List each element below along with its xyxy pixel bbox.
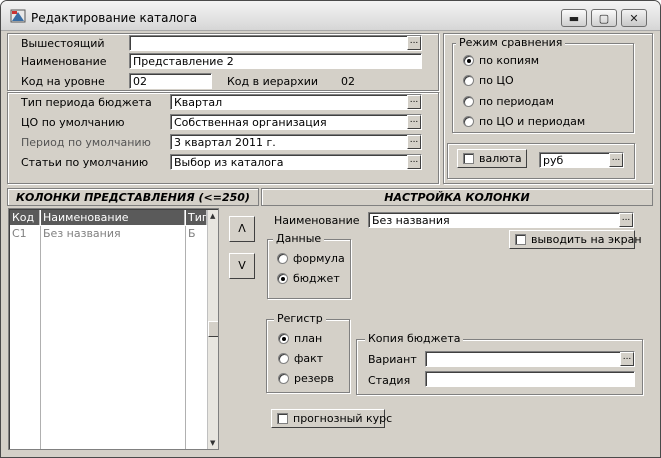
level-code-value: 02 <box>133 75 147 88</box>
register-title: Регистр <box>274 312 326 325</box>
level-code-label: Код на уровне <box>21 75 105 88</box>
compare-option-co-periods-label: по ЦО и периодам <box>479 115 586 128</box>
articles-value: Выбор из каталога <box>174 156 284 169</box>
name-field[interactable]: Представление 2 <box>129 53 422 69</box>
co-field[interactable]: Собственная организация ... <box>170 114 422 130</box>
data-option-formula-label: формула <box>293 252 345 265</box>
forecast-rate-label: прогнозный курс <box>293 412 393 425</box>
title-bar[interactable]: Редактирование каталога ▬ ▢ ✕ <box>1 1 660 31</box>
data-groupbox <box>267 239 351 299</box>
variant-field[interactable]: ... <box>425 351 635 367</box>
show-on-screen-label: выводить на экран <box>531 233 642 246</box>
register-option-fact-label: факт <box>294 352 324 365</box>
compare-option-co-label: по ЦО <box>479 74 514 87</box>
currency-label: валюта <box>479 152 522 165</box>
show-on-screen-checkbox[interactable] <box>515 234 526 245</box>
variant-ellipsis-button[interactable]: ... <box>620 352 634 366</box>
period-type-field[interactable]: Квартал ... <box>170 94 422 110</box>
grid-column-divider <box>40 226 41 449</box>
column-name-ellipsis-button[interactable]: ... <box>619 213 633 227</box>
parent-label: Вышестоящий <box>21 37 105 50</box>
period-type-label: Тип периода бюджета <box>21 96 152 109</box>
scroll-down-icon[interactable]: ▼ <box>210 439 215 447</box>
parent-ellipsis-button[interactable]: ... <box>407 36 421 50</box>
maximize-button[interactable]: ▢ <box>591 9 617 27</box>
period-ellipsis-button[interactable]: ... <box>407 135 421 149</box>
settings-header: НАСТРОЙКА КОЛОНКИ <box>261 188 653 206</box>
move-up-button[interactable]: Λ <box>229 216 255 242</box>
close-button[interactable]: ✕ <box>621 9 647 27</box>
compare-radio-co-periods[interactable] <box>463 116 474 127</box>
articles-ellipsis-button[interactable]: ... <box>407 155 421 169</box>
budget-copy-title: Копия бюджета <box>365 332 464 345</box>
show-on-screen-toggle[interactable]: выводить на экран <box>509 230 642 249</box>
period-type-value: Квартал <box>174 96 223 109</box>
minimize-icon: ▬ <box>568 11 580 25</box>
grid-cell-type[interactable]: Б <box>186 226 207 241</box>
data-title: Данные <box>273 232 325 245</box>
currency-value: руб <box>543 154 564 167</box>
column-name-value: Без названия <box>372 214 450 227</box>
name-value: Представление 2 <box>133 55 234 68</box>
grid-scrollbar[interactable]: ▲ ▼ <box>207 210 218 449</box>
register-option-plan-label: план <box>294 332 323 345</box>
move-down-button[interactable]: V <box>229 253 255 279</box>
maximize-icon: ▢ <box>598 11 610 25</box>
co-value: Собственная организация <box>174 116 327 129</box>
register-radio-fact[interactable] <box>278 353 289 364</box>
grid-header-type[interactable]: Тип <box>186 210 207 225</box>
compare-radio-co[interactable] <box>463 75 474 86</box>
compare-radio-periods[interactable] <box>463 96 474 107</box>
data-radio-formula[interactable] <box>277 253 288 264</box>
level-code-field[interactable]: 02 <box>129 73 212 89</box>
hier-code-label: Код в иерархии <box>227 75 319 88</box>
app-icon <box>10 9 26 23</box>
catalog-editor-window: Редактирование каталога ▬ ▢ ✕ Вышестоящи… <box>0 0 661 458</box>
grid-header-code[interactable]: Код <box>10 210 40 225</box>
compare-option-periods-label: по периодам <box>479 95 554 108</box>
stage-field[interactable] <box>425 371 635 387</box>
column-name-label: Наименование <box>274 214 360 227</box>
currency-field[interactable]: руб ... <box>539 152 624 168</box>
grid-header-name[interactable]: Наименование <box>41 210 185 225</box>
window-content: Вышестоящий ... Наименование Представлен… <box>4 31 658 455</box>
co-ellipsis-button[interactable]: ... <box>407 115 421 129</box>
minimize-button[interactable]: ▬ <box>561 9 587 27</box>
register-option-reserve-label: резерв <box>294 372 334 385</box>
period-field[interactable]: 3 квартал 2011 г. ... <box>170 134 422 150</box>
register-radio-plan[interactable] <box>278 333 289 344</box>
stage-label: Стадия <box>368 374 411 387</box>
columns-header: КОЛОНКИ ПРЕДСТАВЛЕНИЯ (<=250) <box>7 188 259 206</box>
articles-field[interactable]: Выбор из каталога ... <box>170 154 422 170</box>
data-option-budget-label: бюджет <box>293 272 340 285</box>
forecast-rate-toggle[interactable]: прогнозный курс <box>271 409 392 428</box>
currency-checkbox[interactable] <box>463 153 474 164</box>
window-title: Редактирование каталога <box>31 11 198 25</box>
columns-grid[interactable]: Код Наименование Тип С1 Без названия Б ▲… <box>8 208 219 450</box>
data-radio-budget[interactable] <box>277 273 288 284</box>
grid-cell-code[interactable]: С1 <box>10 226 40 241</box>
hier-code-value: 02 <box>341 75 355 88</box>
grid-cell-name[interactable]: Без названия <box>41 226 185 241</box>
articles-label: Статьи по умолчанию <box>21 156 149 169</box>
column-name-field[interactable]: Без названия ... <box>368 212 634 228</box>
name-label: Наименование <box>21 55 107 68</box>
variant-label: Вариант <box>368 353 417 366</box>
close-icon: ✕ <box>629 11 639 25</box>
currency-ellipsis-button[interactable]: ... <box>609 153 623 167</box>
scroll-thumb[interactable] <box>208 321 218 337</box>
forecast-rate-checkbox[interactable] <box>277 413 288 424</box>
register-radio-reserve[interactable] <box>278 373 289 384</box>
currency-toggle[interactable]: валюта <box>457 149 527 168</box>
scroll-up-icon[interactable]: ▲ <box>210 212 215 220</box>
co-label: ЦО по умолчанию <box>21 116 125 129</box>
compare-option-copies-label: по копиям <box>479 54 540 67</box>
compare-title: Режим сравнения <box>456 36 566 49</box>
period-label: Период по умолчанию <box>21 136 151 149</box>
period-type-ellipsis-button[interactable]: ... <box>407 95 421 109</box>
parent-field[interactable]: ... <box>129 35 422 51</box>
period-value: 3 квартал 2011 г. <box>174 136 276 149</box>
compare-radio-copies[interactable] <box>463 55 474 66</box>
grid-column-divider <box>185 226 186 449</box>
